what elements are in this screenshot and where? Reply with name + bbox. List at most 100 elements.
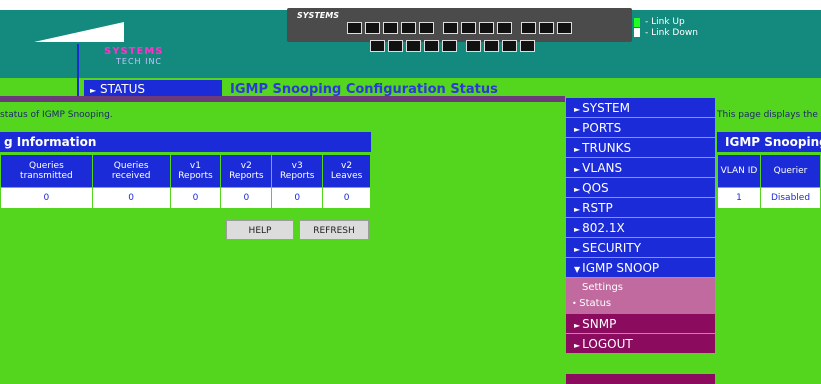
column-header: v1 Reports — [169, 154, 222, 188]
brand-tagline: TECH INC — [116, 57, 163, 66]
chevron-right-icon: ► — [574, 205, 581, 214]
chevron-right-icon: ► — [574, 341, 581, 350]
nav-item-system[interactable]: ► SYSTEM — [566, 98, 715, 118]
table-header-row: Queries transmitted Queries received v1 … — [0, 154, 371, 188]
submenu-item-label: Status — [579, 298, 612, 309]
nav-item-ports[interactable]: ► PORTS — [566, 118, 715, 138]
port-row-upper — [347, 22, 572, 34]
brand-logo: SYSTEMS — [104, 46, 164, 57]
help-button[interactable]: HELP — [226, 220, 294, 240]
page-title: IGMP Snooping Configuration Status — [230, 82, 498, 97]
nav-menu: ► SYSTEM ► PORTS ► TRUNKS ► VLANS ► QOS ► RSTP… — [566, 98, 715, 354]
port-icon[interactable] — [521, 22, 536, 34]
nav-item-label: RSTP — [582, 201, 613, 215]
nav-item-label: LOGOUT — [582, 337, 633, 351]
table-row: 1 Disabled — [717, 187, 821, 209]
port-icon[interactable] — [383, 22, 398, 34]
port-icon[interactable] — [557, 22, 572, 34]
port-icon[interactable] — [365, 22, 380, 34]
table-cell: Disabled — [760, 187, 821, 209]
nav-item-logout[interactable]: ► LOGOUT — [566, 334, 715, 354]
nav-item-trunks[interactable]: ► TRUNKS — [566, 138, 715, 158]
chevron-right-icon: ► — [574, 165, 581, 174]
header-underline — [0, 96, 565, 102]
table-header-row: VLAN ID Querier — [717, 154, 821, 188]
nav-item-label: QOS — [582, 181, 609, 195]
refresh-button[interactable]: REFRESH — [299, 220, 369, 240]
legend-link-up: - Link Up — [645, 17, 685, 27]
right-page-description: This page displays the — [717, 110, 818, 120]
table-cell: 0 — [0, 187, 93, 209]
submenu-item-settings[interactable]: Settings — [566, 280, 715, 296]
info-table-title: g Information — [0, 132, 371, 152]
chevron-right-icon: ► — [90, 86, 97, 95]
link-down-swatch — [634, 28, 640, 37]
chevron-right-icon: ► — [574, 225, 581, 234]
port-icon[interactable] — [406, 40, 421, 52]
nav-footer — [566, 374, 715, 384]
nav-item-igmp-snoop[interactable]: ▼ IGMP SNOOP — [566, 258, 715, 278]
nav-item-security[interactable]: ► SECURITY — [566, 238, 715, 258]
port-icon[interactable] — [443, 22, 458, 34]
nav-item-8021x[interactable]: ► 802.1X — [566, 218, 715, 238]
port-icon[interactable] — [520, 40, 535, 52]
info-table: Queries transmitted Queries received v1 … — [0, 154, 371, 209]
chevron-right-icon: ► — [574, 245, 581, 254]
nav-item-label: PORTS — [582, 121, 622, 135]
chevron-right-icon: ► — [574, 145, 581, 154]
port-icon[interactable] — [497, 22, 512, 34]
column-header: v2 Leaves — [322, 154, 371, 188]
port-icon[interactable] — [442, 40, 457, 52]
banner-divider — [77, 44, 79, 99]
port-icon[interactable] — [479, 22, 494, 34]
nav-item-snmp[interactable]: ► SNMP — [566, 314, 715, 334]
nav-item-label: TRUNKS — [582, 141, 632, 155]
nav-item-label: IGMP SNOOP — [582, 261, 660, 275]
page-description: status of IGMP Snooping. — [0, 110, 113, 120]
nav-item-label: SECURITY — [582, 241, 642, 255]
chevron-right-icon: ► — [574, 125, 581, 134]
port-icon[interactable] — [461, 22, 476, 34]
submenu-item-status[interactable]: • Status — [566, 296, 715, 312]
chevron-down-icon: ▼ — [574, 265, 581, 274]
port-icon[interactable] — [388, 40, 403, 52]
table-cell: 0 — [322, 187, 371, 209]
column-header: VLAN ID — [717, 154, 761, 188]
table-cell: 0 — [271, 187, 324, 209]
link-up-swatch — [634, 18, 640, 27]
port-row-lower — [370, 40, 535, 52]
column-header: v2 Reports — [220, 154, 273, 188]
port-icon[interactable] — [347, 22, 362, 34]
snooping-table-title: IGMP Snooping — [717, 132, 821, 152]
column-header: v3 Reports — [271, 154, 324, 188]
port-icon[interactable] — [539, 22, 554, 34]
port-icon[interactable] — [401, 22, 416, 34]
table-cell: 0 — [169, 187, 222, 209]
nav-item-qos[interactable]: ► QOS — [566, 178, 715, 198]
chevron-right-icon: ► — [574, 321, 581, 330]
table-row: 0 0 0 0 0 0 — [0, 187, 371, 209]
nav-item-vlans[interactable]: ► VLANS — [566, 158, 715, 178]
nav-item-rstp[interactable]: ► RSTP — [566, 198, 715, 218]
port-icon[interactable] — [419, 22, 434, 34]
column-header: Queries received — [91, 154, 171, 188]
nav-item-label: VLANS — [582, 161, 623, 175]
switch-brand-logo: SYSTEMS — [297, 11, 339, 20]
port-icon[interactable] — [484, 40, 499, 52]
port-icon[interactable] — [424, 40, 439, 52]
port-icon[interactable] — [370, 40, 385, 52]
nav-item-label: SNMP — [582, 317, 617, 331]
nav-item-label: SYSTEM — [582, 101, 630, 115]
port-icon[interactable] — [466, 40, 481, 52]
table-cell: 0 — [91, 187, 171, 209]
nav-item-label: 802.1X — [582, 221, 625, 235]
column-header: Queries transmitted — [0, 154, 93, 188]
chevron-right-icon: ► — [574, 105, 581, 114]
port-icon[interactable] — [502, 40, 517, 52]
legend-link-down: - Link Down — [645, 28, 698, 38]
table-cell: 0 — [220, 187, 273, 209]
table-cell: 1 — [717, 187, 761, 209]
status-tab-label: STATUS — [99, 82, 146, 96]
banner-wedge — [34, 22, 124, 42]
igmp-submenu: Settings • Status — [566, 278, 715, 314]
